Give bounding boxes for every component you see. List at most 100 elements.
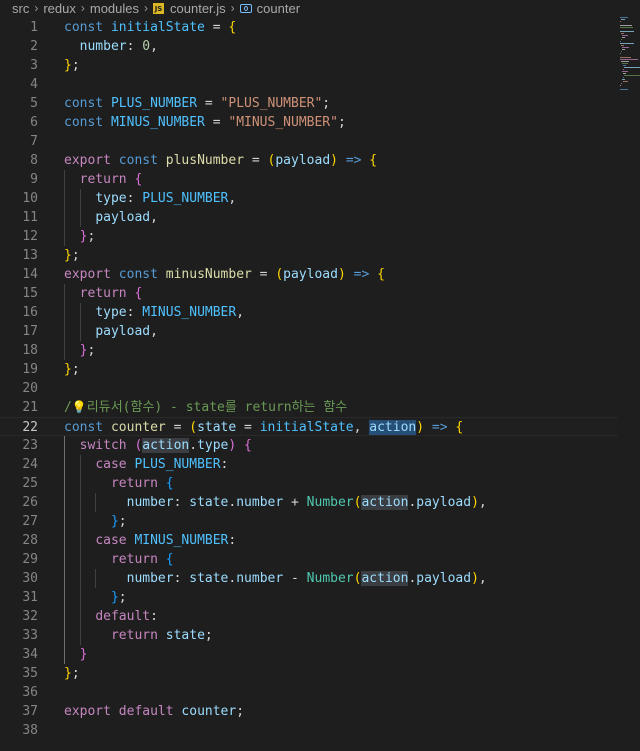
indent-guide [95, 493, 97, 512]
code-line[interactable]: 7 [0, 132, 618, 151]
line-number: 29 [22, 552, 38, 567]
minimap-line [624, 67, 640, 68]
line-number: 16 [22, 305, 38, 320]
code-text[interactable]: return state; [64, 626, 213, 645]
code-line[interactable]: 26 number: state.number + Number(action.… [0, 493, 618, 512]
code-text[interactable]: const PLUS_NUMBER = "PLUS_NUMBER"; [64, 94, 330, 113]
code-line[interactable]: 1 const initialState = { [0, 18, 618, 37]
code-text[interactable]: number: 0, [64, 37, 158, 56]
code-line[interactable]: 6 const MINUS_NUMBER = "MINUS_NUMBER"; [0, 113, 618, 132]
code-line[interactable]: 8 export const plusNumber = (payload) => … [0, 151, 618, 170]
code-line[interactable]: 2 number: 0, [0, 37, 618, 56]
code-text[interactable]: type: MINUS_NUMBER, [64, 303, 244, 322]
code-line[interactable]: 19}; [0, 360, 618, 379]
code-text[interactable]: export default counter; [64, 702, 244, 721]
code-line[interactable]: 16 type: MINUS_NUMBER, [0, 303, 618, 322]
code-line[interactable]: 38 [0, 721, 618, 740]
line-number: 37 [22, 704, 38, 719]
minimap-line [620, 41, 621, 42]
code-line[interactable]: 35}; [0, 664, 618, 683]
code-line[interactable]: 27 }; [0, 512, 618, 531]
code-text[interactable]: }; [64, 227, 96, 246]
code-line[interactable]: 31 }; [0, 588, 618, 607]
line-number: 12 [22, 229, 38, 244]
code-text[interactable]: }; [64, 664, 80, 683]
code-line[interactable]: 17 payload, [0, 322, 618, 341]
code-text[interactable]: export const minusNumber = (payload) => … [64, 265, 385, 284]
code-line[interactable]: 14 export const minusNumber = (payload) =… [0, 265, 618, 284]
code-line[interactable]: 33 return state; [0, 626, 618, 645]
code-line[interactable]: 23 switch (action.type) { [0, 436, 618, 455]
code-line[interactable]: 30 number: state.number - Number(action.… [0, 569, 618, 588]
code-text[interactable]: const initialState = { [64, 18, 236, 37]
minimap-line [621, 45, 624, 46]
code-line[interactable]: 18 }; [0, 341, 618, 360]
code-editor[interactable]: 1 const initialState = {2 number: 0, 3}; 4 5… [0, 17, 640, 751]
code-line[interactable]: 21 /💡리듀서(함수) - state를 return하는 함수 [0, 398, 618, 417]
code-text[interactable]: case MINUS_NUMBER: [64, 531, 236, 550]
indent-guide [64, 436, 65, 664]
code-line[interactable]: 24 case PLUS_NUMBER: [0, 455, 618, 474]
code-line[interactable]: 5 const PLUS_NUMBER = "PLUS_NUMBER"; [0, 94, 618, 113]
code-line[interactable]: 32 default: [0, 607, 618, 626]
code-text[interactable]: const counter = (state = initialState, a… [64, 418, 463, 437]
code-text[interactable]: }; [64, 246, 80, 265]
code-line[interactable]: 12 }; [0, 227, 618, 246]
code-text[interactable]: return { [64, 170, 143, 189]
code-text[interactable]: }; [64, 588, 127, 607]
line-number: 7 [30, 134, 38, 149]
code-text[interactable]: case PLUS_NUMBER: [64, 455, 228, 474]
code-line[interactable]: 11 payload, [0, 208, 618, 227]
code-line[interactable]: 22 const counter = (state = initialState,… [0, 417, 618, 436]
line-number: 11 [22, 210, 38, 225]
code-line[interactable]: 28 case MINUS_NUMBER: [0, 531, 618, 550]
code-line[interactable]: 3}; [0, 56, 618, 75]
breadcrumb-item-src[interactable]: src [12, 1, 29, 16]
chevron-right-icon: › [34, 1, 39, 15]
indent-guide [79, 303, 81, 341]
code-text[interactable]: }; [64, 56, 80, 75]
code-text[interactable]: }; [64, 360, 80, 379]
code-line[interactable]: 29 return { [0, 550, 618, 569]
code-line[interactable]: 9 return { [0, 170, 618, 189]
minimap[interactable] [620, 17, 640, 97]
line-number: 36 [22, 685, 38, 700]
code-text[interactable]: payload, [64, 208, 158, 227]
code-text[interactable]: number: state.number - Number(action.pay… [64, 569, 487, 588]
minimap-line [623, 77, 624, 78]
code-text[interactable]: return { [64, 284, 143, 303]
lightbulb-icon[interactable]: 💡 [72, 398, 87, 417]
breadcrumb-item-redux[interactable]: redux [43, 1, 76, 16]
code-text[interactable]: switch (action.type) { [64, 436, 252, 455]
minimap-line [621, 51, 622, 52]
breadcrumb-item-symbol[interactable]: counter [239, 1, 300, 16]
code-line[interactable]: 36 [0, 683, 618, 702]
code-text[interactable]: } [64, 645, 88, 664]
line-number: 30 [22, 571, 38, 586]
code-text[interactable]: number: state.number + Number(action.pay… [64, 493, 487, 512]
line-number: 10 [22, 191, 38, 206]
code-line[interactable]: 25 return { [0, 474, 618, 493]
code-line[interactable]: 15 return { [0, 284, 618, 303]
code-text[interactable]: }; [64, 512, 127, 531]
code-line[interactable]: 20 [0, 379, 618, 398]
code-text[interactable]: }; [64, 341, 96, 360]
line-number: 2 [30, 39, 38, 54]
minimap-line [621, 39, 622, 40]
line-number: 3 [30, 58, 38, 73]
code-line[interactable]: 13}; [0, 246, 618, 265]
breadcrumb-item-file[interactable]: JS counter.js [153, 1, 226, 16]
code-text[interactable]: export const plusNumber = (payload) => { [64, 151, 377, 170]
code-line[interactable]: 34 } [0, 645, 618, 664]
code-text[interactable]: payload, [64, 322, 158, 341]
code-text[interactable]: /💡리듀서(함수) - state를 return하는 함수 [64, 398, 347, 417]
code-text[interactable]: default: [64, 607, 158, 626]
code-text[interactable]: const MINUS_NUMBER = "MINUS_NUMBER"; [64, 113, 346, 132]
code-line[interactable]: 4 [0, 75, 618, 94]
code-line[interactable]: 37 export default counter; [0, 702, 618, 721]
code-line[interactable]: 10 type: PLUS_NUMBER, [0, 189, 618, 208]
breadcrumb-item-modules[interactable]: modules [90, 1, 139, 16]
code-text[interactable]: type: PLUS_NUMBER, [64, 189, 236, 208]
line-number: 5 [30, 96, 38, 111]
symbol-variable-icon [239, 3, 252, 13]
